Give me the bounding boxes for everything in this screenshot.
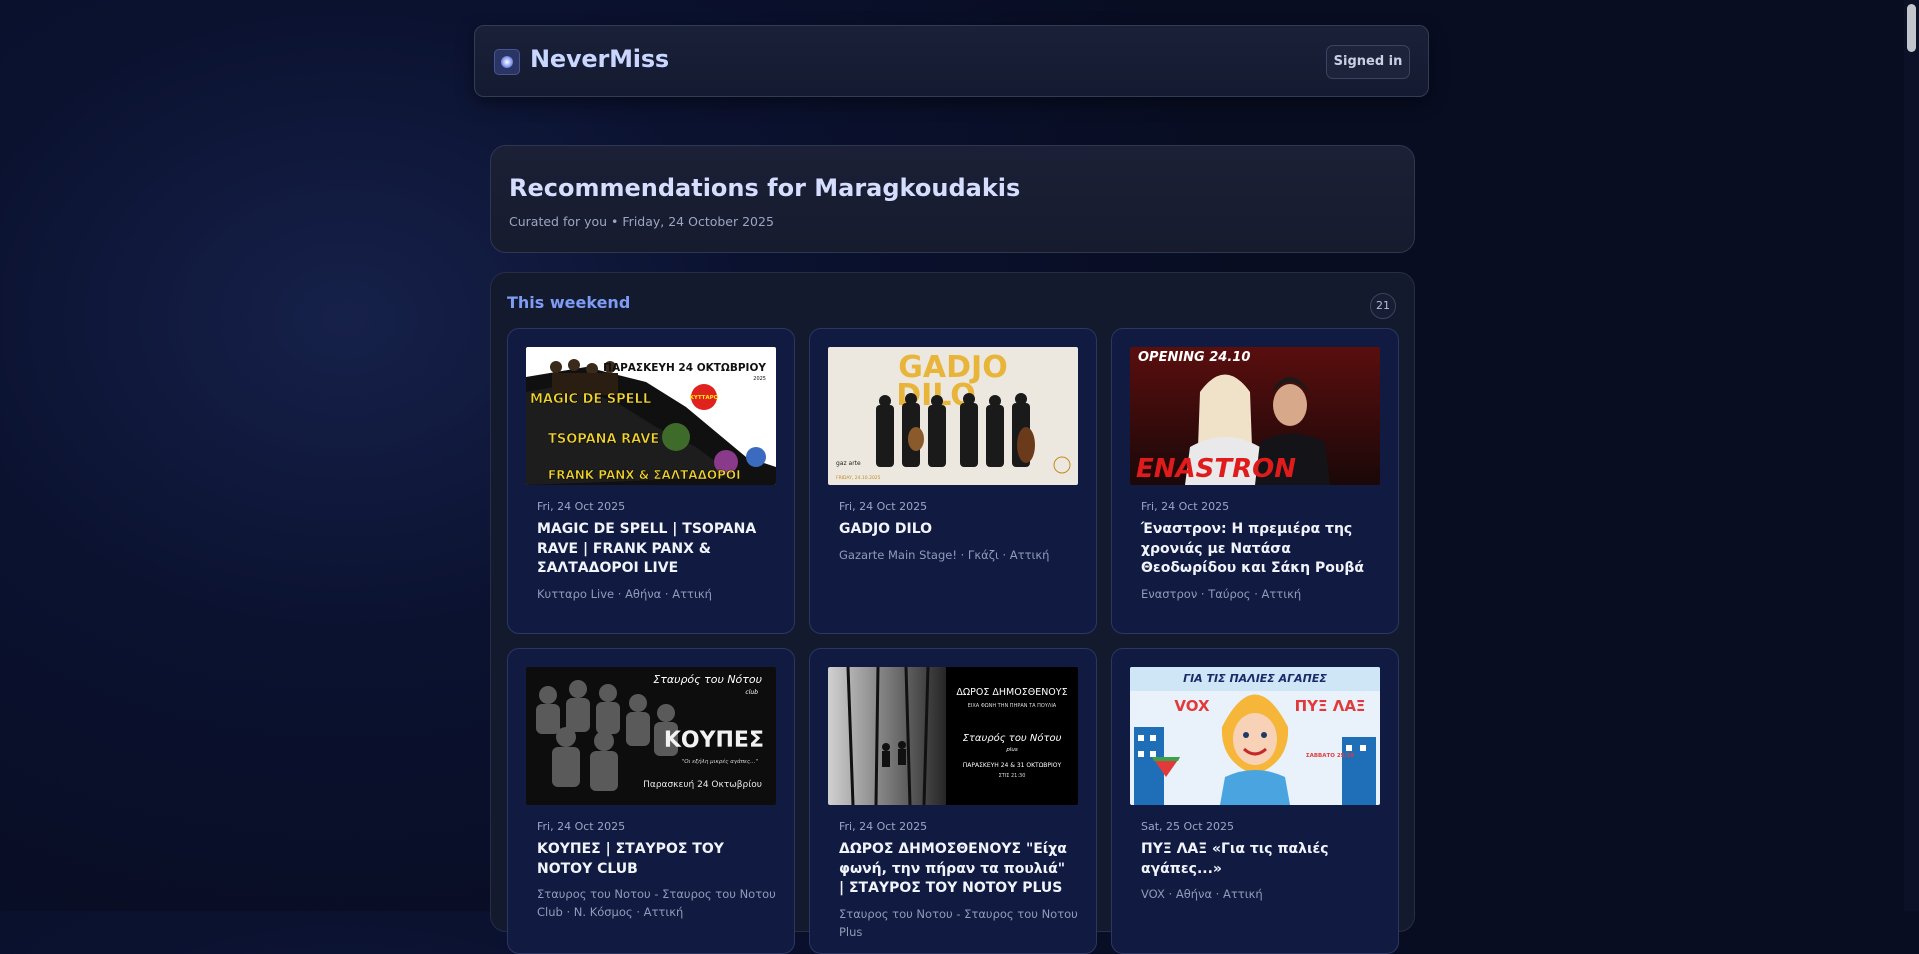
event-date: Fri, 24 Oct 2025 bbox=[537, 820, 626, 833]
poster-text: ΠΑΡΑΣΚΕΥΗ 24 ΟΚΤΩΒΡΙΟΥ bbox=[603, 362, 766, 374]
count-badge: 21 bbox=[1370, 293, 1396, 319]
weekend-section: This weekend 21 ΠΑΡΑΣΚΕΥΗ 24 ΟΚΤΩΒΡΙΟΥ 2… bbox=[490, 272, 1415, 954]
poster-text: Σταυρός του Νότου bbox=[963, 732, 1062, 744]
page-title: Recommendations for Maragkoudakis bbox=[509, 174, 1021, 202]
event-poster: OPENING 24.10 ENASTRON bbox=[1130, 347, 1380, 485]
logo-icon[interactable] bbox=[494, 49, 520, 75]
poster-text: Παρασκευή 24 Οκτωβρίου bbox=[643, 780, 762, 790]
poster-text: ENASTRON bbox=[1136, 454, 1296, 484]
event-title[interactable]: ΔΩΡΟΣ ΔΗΜΟΣΘΕΝΟΥΣ "Είχα φωνή, την πήραν … bbox=[839, 840, 1071, 899]
poster-text: ΣΑΒΒΑΤΟ 25/10 bbox=[1306, 753, 1354, 759]
signed-in-button[interactable]: Signed in bbox=[1326, 45, 1410, 79]
page-subtitle: Curated for you • Friday, 24 October 202… bbox=[509, 214, 774, 229]
brand-name[interactable]: NeverMiss bbox=[530, 45, 669, 73]
event-poster: ΠΑΡΑΣΚΕΥΗ 24 ΟΚΤΩΒΡΙΟΥ 2025 MAGIC DE SPE… bbox=[526, 347, 776, 485]
event-card[interactable]: ΔΩΡΟΣ ΔΗΜΟΣΘΕΝΟΥΣ ΕΙΧΑ ΦΩΝΗ ΤΗΝ ΠΗΡΑΝ ΤΑ… bbox=[809, 648, 1097, 954]
event-venue: Gazarte Main Stage! · Γκάζι · Αττική bbox=[839, 548, 1050, 562]
event-venue: Κυτταρο Live · Αθήνα · Αττική bbox=[537, 587, 712, 601]
event-title[interactable]: ΠΥΞ ΛΑΞ «Για τις παλιές αγάπες...» bbox=[1141, 840, 1373, 879]
poster-text: Σταυρός του Νότου bbox=[653, 673, 762, 686]
page-scrollbar[interactable] bbox=[1904, 0, 1919, 911]
event-card[interactable]: ΓΙΑ ΤΙΣ ΠΑΛΙΕΣ ΑΓΑΠΕΣ VOX ΠΥΞ ΛΑΞ ΣΑΒΒΑΤ… bbox=[1111, 648, 1399, 954]
poster-text: VOX bbox=[1174, 697, 1210, 715]
poster-text: OPENING 24.10 bbox=[1138, 350, 1250, 365]
event-venue: Σταυρος του Νοτου - Σταυρος του Νοτου Cl… bbox=[537, 887, 776, 919]
event-date: Fri, 24 Oct 2025 bbox=[839, 820, 928, 833]
event-venue: Εναστρον · Ταύρος · Αττική bbox=[1141, 587, 1302, 601]
event-poster: ΔΩΡΟΣ ΔΗΜΟΣΘΕΝΟΥΣ ΕΙΧΑ ΦΩΝΗ ΤΗΝ ΠΗΡΑΝ ΤΑ… bbox=[828, 667, 1078, 805]
event-card[interactable]: GADJO DILO gaz arte FRIDAY, 24.10.2025 F… bbox=[809, 328, 1097, 634]
poster-text: TSOPANA RAVE bbox=[548, 432, 659, 447]
event-title[interactable]: Έναστρον: Η πρεμιέρα της χρονιάς με Νατά… bbox=[1141, 520, 1373, 579]
event-title[interactable]: MAGIC DE SPELL | TSOPANA RAVE | FRANK PA… bbox=[537, 520, 769, 579]
poster-text: ΓΙΑ ΤΙΣ ΠΑΛΙΕΣ ΑΓΑΠΕΣ bbox=[1183, 672, 1327, 685]
event-card[interactable]: OPENING 24.10 ENASTRON Fri, 24 Oct 2025 … bbox=[1111, 328, 1399, 634]
event-poster: GADJO DILO gaz arte FRIDAY, 24.10.2025 bbox=[828, 347, 1078, 485]
poster-text: FRANK PANX & ΣΑΛΤΑΔΟΡΟΙ bbox=[548, 468, 741, 482]
event-date: Fri, 24 Oct 2025 bbox=[537, 500, 626, 513]
poster-text: club bbox=[745, 689, 758, 696]
poster-text: ΠΑΡΑΣΚΕΥΗ 24 & 31 ΟΚΤΩΒΡΙΟΥ bbox=[963, 762, 1062, 769]
recommendations-hero: Recommendations for Maragkoudakis Curate… bbox=[490, 145, 1415, 253]
event-poster: ΓΙΑ ΤΙΣ ΠΑΛΙΕΣ ΑΓΑΠΕΣ VOX ΠΥΞ ΛΑΞ ΣΑΒΒΑΤ… bbox=[1130, 667, 1380, 805]
event-card[interactable]: Σταυρός του Νότου club ΚΟΥΠΕΣ "Οι εξήλη … bbox=[507, 648, 795, 954]
poster-text: gaz arte bbox=[836, 460, 861, 467]
event-poster: Σταυρός του Νότου club ΚΟΥΠΕΣ "Οι εξήλη … bbox=[526, 667, 776, 805]
event-venue: Σταυρος του Νοτου - Σταυρος του Νοτου Pl… bbox=[839, 907, 1078, 939]
section-title: This weekend bbox=[507, 293, 631, 312]
poster-text: 2025 bbox=[753, 376, 766, 382]
event-date: Sat, 25 Oct 2025 bbox=[1141, 820, 1235, 833]
poster-text: FRIDAY, 24.10.2025 bbox=[836, 475, 881, 481]
poster-text: ΣΤΙΣ 21:30 bbox=[999, 773, 1026, 779]
poster-text: ΚΥΤΤΑΡΟ bbox=[690, 395, 719, 401]
poster-text: ΕΙΧΑ ΦΩΝΗ ΤΗΝ ΠΗΡΑΝ ΤΑ ΠΟΥΛΙΑ bbox=[968, 703, 1057, 709]
poster-text: ΔΩΡΟΣ ΔΗΜΟΣΘΕΝΟΥΣ bbox=[956, 687, 1067, 698]
app-header: NeverMiss Signed in bbox=[474, 25, 1429, 97]
event-date: Fri, 24 Oct 2025 bbox=[1141, 500, 1230, 513]
poster-text: ΚΟΥΠΕΣ bbox=[664, 728, 764, 753]
event-title[interactable]: ΚΟΥΠΕΣ | ΣΤΑΥΡΟΣ ΤΟΥ ΝΟΤΟΥ CLUB bbox=[537, 840, 769, 879]
event-date: Fri, 24 Oct 2025 bbox=[839, 500, 928, 513]
event-title[interactable]: GADJO DILO bbox=[839, 520, 1071, 540]
event-venue: VOX · Αθήνα · Αττική bbox=[1141, 887, 1263, 901]
poster-text: MAGIC DE SPELL bbox=[530, 392, 651, 407]
poster-text: "Οι εξήλη μικρές αγάπες..." bbox=[682, 758, 758, 765]
poster-text: ΠΥΞ ΛΑΞ bbox=[1295, 697, 1366, 715]
scrollbar-thumb[interactable] bbox=[1907, 4, 1916, 52]
event-card[interactable]: ΠΑΡΑΣΚΕΥΗ 24 ΟΚΤΩΒΡΙΟΥ 2025 MAGIC DE SPE… bbox=[507, 328, 795, 634]
poster-text: plus bbox=[1005, 747, 1018, 753]
